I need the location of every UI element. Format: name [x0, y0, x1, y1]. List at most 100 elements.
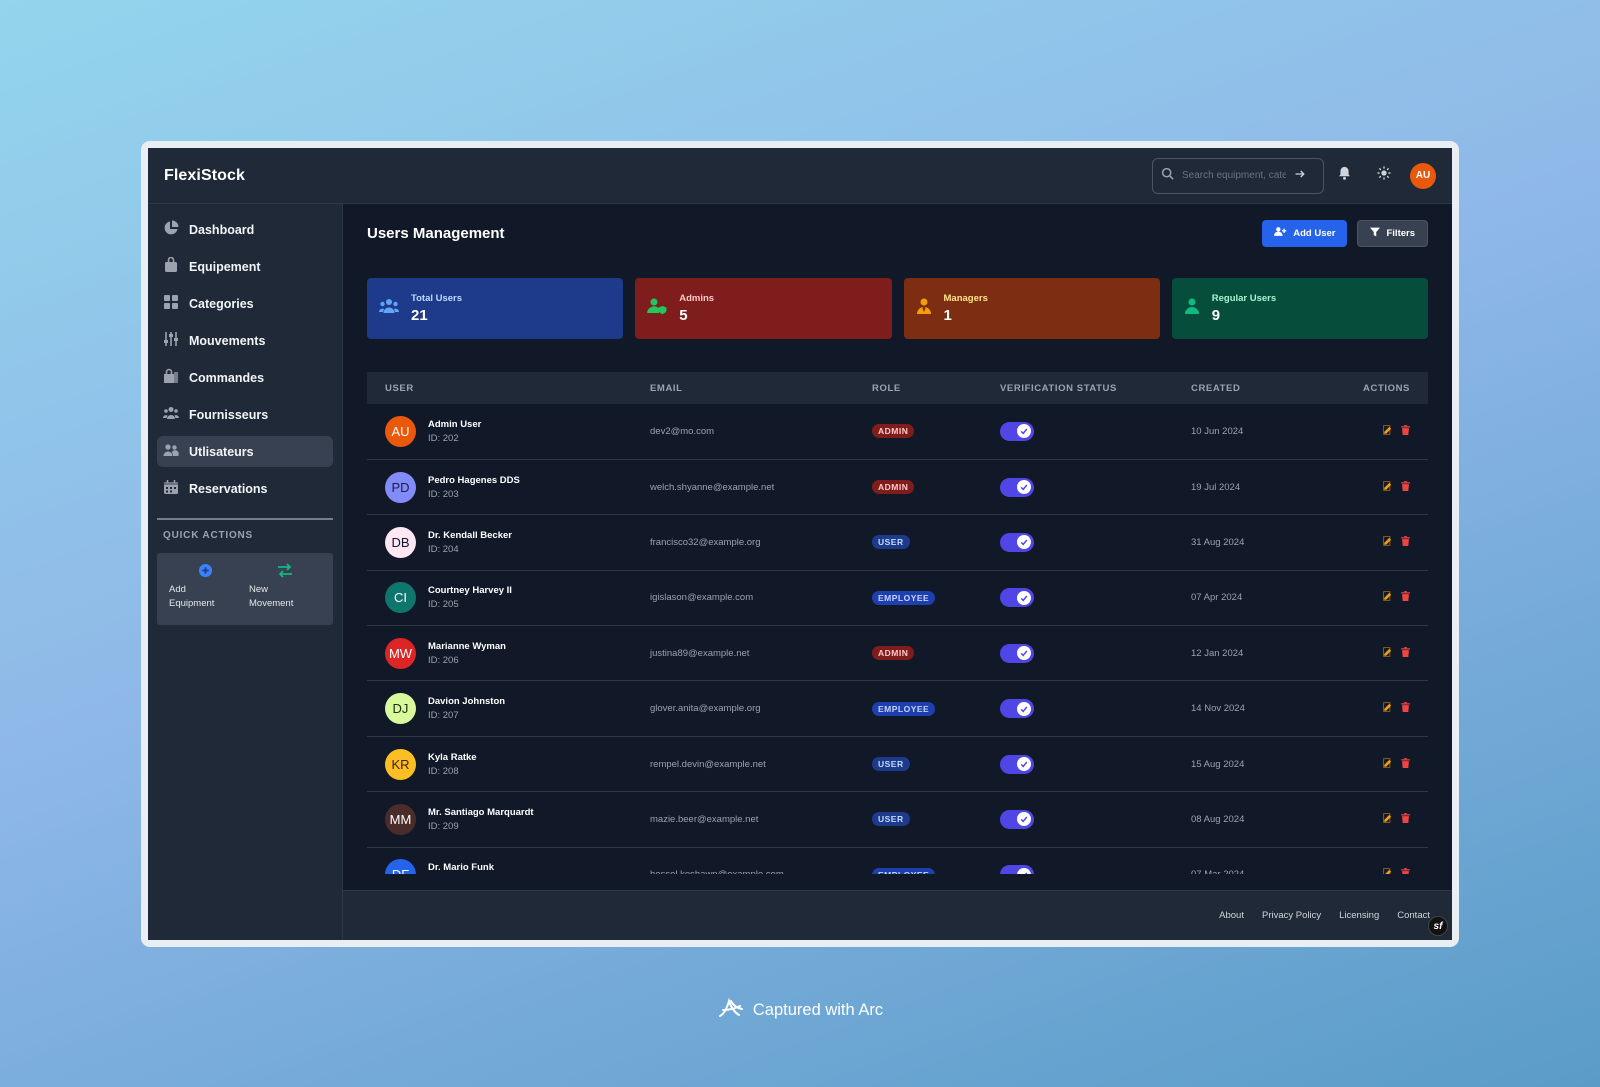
edit-icon[interactable] — [1383, 757, 1393, 768]
app-window: FlexiStock Search equipment, categories.… — [141, 141, 1459, 947]
verification-toggle[interactable] — [1000, 588, 1034, 608]
user-cell: PD Pedro Hagenes DDS ID: 203 — [367, 459, 632, 516]
user-icon — [1184, 298, 1200, 319]
quick-action-label: New Movement — [249, 584, 294, 609]
user-avatar: MM — [385, 803, 416, 835]
trash-icon[interactable] — [1401, 868, 1410, 874]
sidebar-item-mouvements[interactable]: Mouvements — [157, 325, 333, 356]
user-email: rempel.devin@example.net — [632, 736, 854, 793]
search-input[interactable] — [1182, 170, 1286, 181]
verification-toggle[interactable] — [1000, 865, 1034, 874]
table-row[interactable]: MW Marianne Wyman ID: 206 justina89@exam… — [367, 625, 1428, 682]
trash-icon[interactable] — [1401, 812, 1410, 823]
footer-link-privacy-policy[interactable]: Privacy Policy — [1262, 910, 1321, 921]
stat-label: Admins — [679, 293, 715, 304]
search-box[interactable] — [1152, 157, 1324, 194]
table-row[interactable]: DJ Davion Johnston ID: 207 glover.anita@… — [367, 680, 1428, 737]
verification-toggle[interactable] — [1000, 421, 1034, 441]
verification-cell — [982, 459, 1173, 516]
footer-link-about[interactable]: About — [1219, 910, 1244, 921]
trash-icon[interactable] — [1401, 424, 1410, 435]
row-actions — [1308, 847, 1428, 874]
table-row[interactable]: DF Dr. Mario Funk ID: 210 hessel.keshawn… — [367, 847, 1428, 874]
stat-value: 1 — [943, 307, 952, 324]
column-header-email[interactable]: EMAIL — [632, 372, 854, 404]
sidebar-item-dashboard[interactable]: Dashboard — [157, 214, 333, 245]
debug-toolbar-icon[interactable]: sf — [1428, 916, 1448, 936]
add-user-button[interactable]: Add User — [1262, 219, 1348, 247]
role-cell: ADMIN — [854, 459, 982, 516]
arrow-right-icon[interactable] — [1294, 167, 1306, 185]
edit-icon[interactable] — [1383, 813, 1393, 823]
user-email: francisco32@example.org — [632, 514, 854, 571]
user-cell: DB Dr. Kendall Becker ID: 204 — [367, 514, 632, 571]
quick-action-add-equipment[interactable]: Add Equipment — [169, 563, 241, 615]
user-avatar: KR — [385, 748, 416, 780]
verification-toggle[interactable] — [1000, 643, 1034, 663]
table-header-row: USER EMAIL ROLE VERIFICATION STATUS CREA… — [367, 372, 1428, 404]
header-actions: Add User Filters — [1262, 219, 1428, 247]
trash-icon[interactable] — [1401, 646, 1410, 657]
sidebar-item-categories[interactable]: Categories — [157, 288, 333, 319]
trash-icon[interactable] — [1401, 480, 1410, 491]
verification-toggle[interactable] — [1000, 809, 1034, 829]
app-root: FlexiStock Search equipment, categories.… — [148, 148, 1452, 940]
trash-icon[interactable] — [1401, 757, 1410, 768]
table-row[interactable]: PD Pedro Hagenes DDS ID: 203 welch.shyan… — [367, 459, 1428, 516]
edit-icon[interactable] — [1383, 536, 1393, 546]
top-bar-actions: AU — [1152, 157, 1436, 194]
quick-action-new-movement[interactable]: New Movement — [249, 563, 321, 615]
sidebar-item-commandes[interactable]: Commandes — [157, 362, 333, 393]
stat-value: 21 — [411, 307, 428, 324]
table-row[interactable]: CI Courtney Harvey II ID: 205 igislason@… — [367, 570, 1428, 627]
verification-toggle[interactable] — [1000, 699, 1034, 719]
table-row[interactable]: MM Mr. Santiago Marquardt ID: 209 mazie.… — [367, 791, 1428, 848]
check-icon — [1017, 701, 1031, 716]
edit-icon[interactable] — [1383, 868, 1393, 874]
top-bar: FlexiStock Search equipment, categories.… — [148, 148, 1452, 204]
user-cell: DJ Davion Johnston ID: 207 — [367, 680, 632, 737]
users-table-container[interactable]: USER EMAIL ROLE VERIFICATION STATUS CREA… — [367, 372, 1428, 874]
verification-toggle[interactable] — [1000, 477, 1034, 497]
footer-link-contact[interactable]: Contact — [1397, 910, 1430, 921]
trash-icon[interactable] — [1401, 535, 1410, 546]
sidebar-item-reservations[interactable]: Reservations — [157, 473, 333, 504]
table-row[interactable]: KR Kyla Ratke ID: 208 rempel.devin@examp… — [367, 736, 1428, 793]
brand-logo[interactable]: FlexiStock — [164, 167, 245, 185]
column-header-role[interactable]: ROLE — [854, 372, 982, 404]
theme-toggle-button[interactable] — [1364, 158, 1404, 194]
table-row[interactable]: DB Dr. Kendall Becker ID: 204 francisco3… — [367, 514, 1428, 571]
filters-button[interactable]: Filters — [1357, 219, 1428, 247]
edit-icon[interactable] — [1383, 425, 1393, 435]
created-date: 10 Jun 2024 — [1173, 404, 1308, 460]
footer-link-licensing[interactable]: Licensing — [1339, 910, 1379, 921]
edit-icon[interactable] — [1383, 480, 1393, 491]
user-cell: KR Kyla Ratke ID: 208 — [367, 736, 632, 793]
edit-icon[interactable] — [1383, 591, 1393, 602]
trash-icon[interactable] — [1401, 702, 1410, 713]
sidebar-item-label: Utlisateurs — [189, 444, 254, 459]
notifications-button[interactable] — [1324, 158, 1364, 194]
column-header-created[interactable]: CREATED — [1173, 372, 1308, 404]
row-actions — [1308, 625, 1428, 682]
filter-icon — [1370, 227, 1381, 240]
row-actions — [1308, 514, 1428, 571]
created-date: 12 Jan 2024 — [1173, 625, 1308, 682]
table-row[interactable]: AU Admin User ID: 202 dev2@mo.com ADMIN … — [367, 404, 1428, 460]
verification-toggle[interactable] — [1000, 532, 1034, 552]
user-cell: DF Dr. Mario Funk ID: 210 — [367, 847, 632, 874]
user-cell: CI Courtney Harvey II ID: 205 — [367, 570, 632, 627]
sidebar-item-utlisateurs[interactable]: Utlisateurs — [157, 436, 333, 467]
edit-icon[interactable] — [1383, 646, 1393, 657]
created-date: 07 Mar 2024 — [1173, 847, 1308, 874]
sidebar-item-equipement[interactable]: Equipement — [157, 251, 333, 282]
column-header-verification-status[interactable]: VERIFICATION STATUS — [982, 372, 1173, 404]
edit-icon[interactable] — [1383, 702, 1393, 712]
check-icon — [1017, 590, 1031, 605]
sidebar-item-fournisseurs[interactable]: Fournisseurs — [157, 399, 333, 430]
trash-icon[interactable] — [1401, 591, 1410, 602]
page-header: Users Management Add User Filters — [367, 218, 1428, 248]
column-header-user[interactable]: USER — [367, 372, 632, 404]
user-avatar[interactable]: AU — [1410, 162, 1436, 189]
verification-toggle[interactable] — [1000, 754, 1034, 774]
